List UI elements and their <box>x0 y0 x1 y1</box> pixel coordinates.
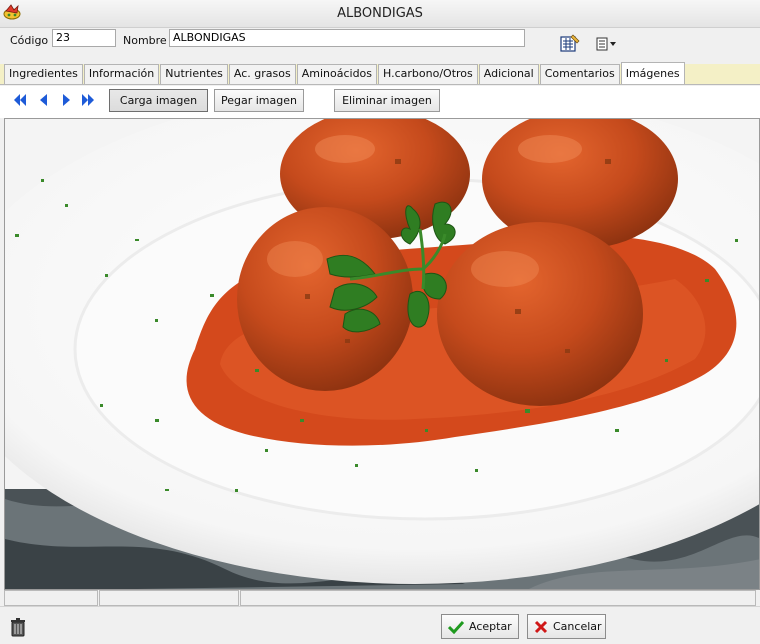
trash-icon[interactable] <box>10 617 26 637</box>
cancel-label: Cancelar <box>553 620 602 633</box>
menu-dropdown-icon[interactable] <box>596 37 618 51</box>
accept-label: Aceptar <box>469 620 512 633</box>
cancel-button[interactable]: Cancelar <box>527 614 606 639</box>
window-title: ALBONDIGAS <box>337 6 423 21</box>
delete-image-button[interactable]: Eliminar imagen <box>334 89 440 112</box>
status-bar <box>4 590 760 606</box>
tab-comentarios[interactable]: Comentarios <box>539 64 620 84</box>
title-bar: ALBONDIGAS <box>0 0 760 28</box>
paste-image-button[interactable]: Pegar imagen <box>214 89 304 112</box>
tab-strip: Ingredientes Información Nutrientes Ac. gra… <box>0 62 760 85</box>
accept-button[interactable]: Aceptar <box>441 614 519 639</box>
load-image-button[interactable]: Carga imagen <box>109 89 208 112</box>
header-fields: Código 23 Nombre ALBONDIGAS <box>0 28 760 62</box>
status-cell <box>4 590 98 606</box>
tab-adicional[interactable]: Adicional <box>478 64 539 84</box>
nombre-input[interactable]: ALBONDIGAS <box>169 29 525 47</box>
codigo-input[interactable]: 23 <box>52 29 116 47</box>
last-record-icon[interactable] <box>80 92 96 108</box>
tab-nutrientes[interactable]: Nutrientes <box>160 64 228 84</box>
status-cell <box>240 590 756 606</box>
previous-record-icon[interactable] <box>36 92 52 108</box>
tab-información[interactable]: Información <box>83 64 160 84</box>
tab-ac-grasos[interactable]: Ac. grasos <box>228 64 296 84</box>
status-cell <box>99 590 239 606</box>
tab-h-carbono-otros[interactable]: H.carbono/Otros <box>378 64 478 84</box>
tabs-container: Ingredientes Información Nutrientes Ac. gra… <box>4 62 686 85</box>
codigo-label: Código <box>10 34 49 47</box>
tab-ingredientes[interactable]: Ingredientes <box>4 64 83 84</box>
check-icon <box>448 620 464 634</box>
meatballs-photo <box>5 119 759 589</box>
tab-imágenes[interactable]: Imágenes <box>620 62 685 84</box>
recipe-edit-icon[interactable] <box>560 34 580 52</box>
recipe-image-panel <box>4 118 760 590</box>
tab-aminoácidos[interactable]: Aminoácidos <box>296 64 378 84</box>
first-record-icon[interactable] <box>12 92 28 108</box>
nombre-label: Nombre <box>123 34 167 47</box>
next-record-icon[interactable] <box>58 92 74 108</box>
footer-bar: Aceptar Cancelar <box>0 606 760 644</box>
close-icon <box>534 620 548 633</box>
image-toolbar: Carga imagen Pegar imagen Eliminar image… <box>0 86 760 118</box>
